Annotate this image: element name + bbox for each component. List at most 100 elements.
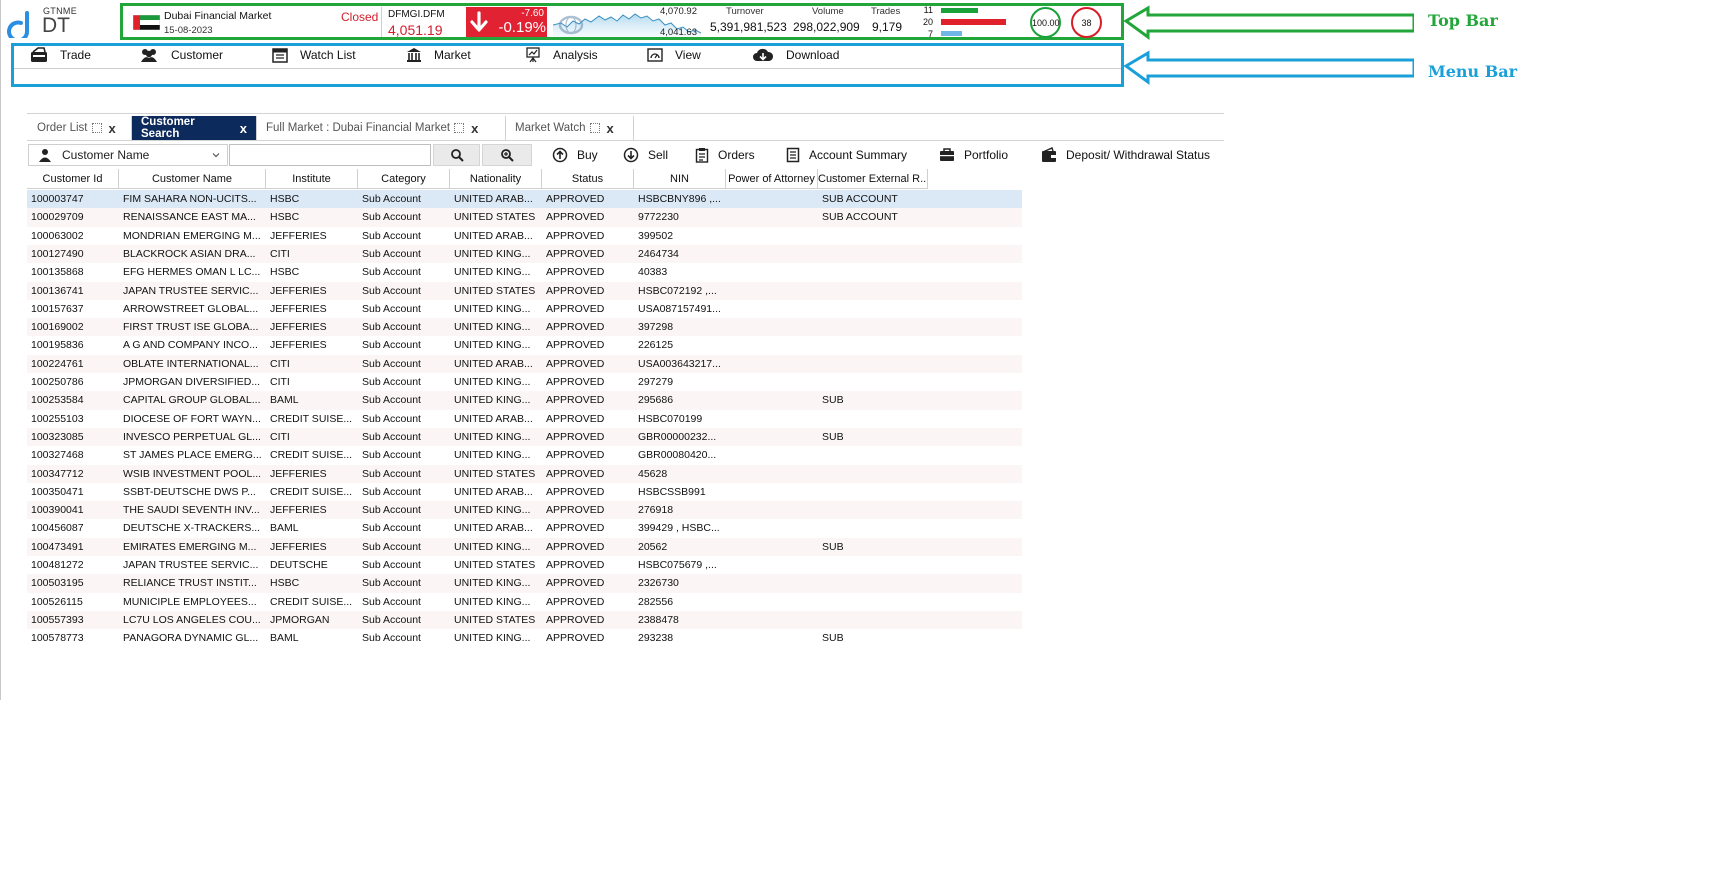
menu-view[interactable]: View <box>647 46 701 64</box>
portfolio-button[interactable]: Portfolio <box>939 145 1008 165</box>
table-row[interactable]: 100350471 SSBT-DEUTSCHE DWS P... CREDIT SU… <box>27 483 1022 501</box>
cell-institute: JEFFERIES <box>270 467 327 480</box>
column-header-nationality[interactable]: Nationality <box>450 169 542 189</box>
tab-customer-search[interactable]: Customer Search x <box>132 116 257 140</box>
cell-nin: 2326730 <box>638 577 679 590</box>
maximize-icon[interactable] <box>454 123 465 133</box>
deposit-withdrawal-status-button[interactable]: Deposit/ Withdrawal Status <box>1041 145 1210 165</box>
close-icon[interactable]: x <box>607 121 614 136</box>
cell-category: Sub Account <box>362 595 421 608</box>
table-row[interactable]: 100473491 EMIRATES EMERGING M... JEFFERIES… <box>27 537 1022 556</box>
maximize-icon[interactable] <box>589 123 600 133</box>
cell-status: APPROVED <box>546 193 605 205</box>
column-header-customer-name[interactable]: Customer Name <box>119 169 266 189</box>
cell-nin: USA087157491... <box>638 302 721 315</box>
cell-customer-external-ref: SUB ACCOUNT <box>822 211 898 224</box>
cell-category: Sub Account <box>362 632 421 645</box>
menu-customer[interactable]: Customer <box>139 46 223 64</box>
tab-order-list[interactable]: Order List x <box>28 116 132 140</box>
search-input[interactable] <box>229 144 431 166</box>
cell-status: APPROVED <box>546 595 605 608</box>
cell-nin: GBR00080420... <box>638 449 717 462</box>
cell-nin: HSBC072192 ,... <box>638 284 717 297</box>
table-row[interactable]: 100390041 THE SAUDI SEVENTH INV... JEFFERI… <box>27 501 1022 520</box>
sell-label: Sell <box>648 148 669 162</box>
account-summary-button[interactable]: Account Summary <box>786 145 907 165</box>
table-row[interactable]: 100327468 ST JAMES PLACE EMERG... CREDIT S… <box>27 446 1022 464</box>
cell-institute: BAML <box>270 522 299 535</box>
cell-customer-external-ref: SUB ACCOUNT <box>822 193 898 205</box>
cell-institute: HSBC <box>270 211 300 224</box>
index-symbol[interactable]: DFMGI.DFM <box>388 9 445 20</box>
menu-trade[interactable]: Trade <box>30 46 91 64</box>
close-icon[interactable]: x <box>240 121 247 136</box>
cell-status: APPROVED <box>546 229 605 242</box>
table-row[interactable]: 100003747 FIM SAHARA NON-UCITS... HSBC Sub … <box>27 190 1022 209</box>
advanced-search-button[interactable] <box>482 144 532 166</box>
table-row[interactable]: 100157637 ARROWSTREET GLOBAL... JEFFERIES S… <box>27 300 1022 318</box>
cell-customer-name: OBLATE INTERNATIONAL... <box>123 357 259 370</box>
table-row[interactable]: 100063002 MONDRIAN EMERGING M... JEFFERIES… <box>27 227 1022 245</box>
table-row[interactable]: 100481272 JAPAN TRUSTEE SERVIC... DEUTSCHE… <box>27 556 1022 574</box>
search-type-dropdown[interactable]: Customer Name <box>28 144 228 166</box>
search-icon <box>450 149 464 162</box>
cell-nin: 9772230 <box>638 211 679 224</box>
cell-nin: HSBC070199 <box>638 412 703 425</box>
column-header-nin[interactable]: NIN <box>634 169 726 189</box>
buy-button[interactable]: Buy <box>552 145 598 165</box>
menu-analysis[interactable]: Analysis <box>525 46 598 64</box>
cell-customer-name: PANAGORA DYNAMIC GL... <box>123 632 259 645</box>
cell-institute: JEFFERIES <box>270 339 327 352</box>
table-row[interactable]: 100250786 JPMORGAN DIVERSIFIED... CITI Sub … <box>27 373 1022 391</box>
table-row[interactable]: 100578773 PANAGORA DYNAMIC GL... BAML Sub A… <box>27 629 1022 647</box>
table-row[interactable]: 100169002 FIRST TRUST ISE GLOBA... JEFFERI… <box>27 318 1022 337</box>
close-icon[interactable]: x <box>471 121 478 136</box>
search-button[interactable] <box>433 144 480 166</box>
market-name[interactable]: Dubai Financial Market <box>164 10 271 22</box>
cell-nationality: UNITED KING... <box>454 339 531 352</box>
maximize-icon[interactable] <box>91 123 102 133</box>
table-row[interactable]: 100557393 LC7U LOS ANGELES COU... JPMORGAN… <box>27 610 1022 630</box>
table-row[interactable]: 100526115 MUNICIPLE EMPLOYEES... CREDIT SU… <box>27 593 1022 611</box>
table-row[interactable]: 100253584 CAPITAL GROUP GLOBAL... BAML Sub … <box>27 391 1022 410</box>
red-indicator-ring[interactable]: 38 <box>1071 7 1102 38</box>
column-header-power-of-attorney[interactable]: Power of Attorney <box>726 169 818 189</box>
cell-customer-name: A G AND COMPANY INCO... <box>123 339 258 352</box>
cell-nationality: UNITED ARAB... <box>454 522 533 535</box>
close-icon[interactable]: x <box>109 121 116 136</box>
cell-nationality: UNITED KING... <box>454 266 531 279</box>
cell-power-of-attorney <box>726 519 818 537</box>
table-row[interactable]: 100503195 RELIANCE TRUST INSTIT... HSBC Sub… <box>27 574 1022 593</box>
table-row[interactable]: 100347712 WSIB INVESTMENT POOL... JEFFERIE… <box>27 464 1022 483</box>
green-indicator-ring[interactable]: 100.00 <box>1030 7 1061 38</box>
tab-market-watch[interactable]: Market Watch x <box>506 116 634 140</box>
cell-customer-id: 100347712 <box>31 467 84 480</box>
column-header-status[interactable]: Status <box>542 169 634 189</box>
tabs-bottom-border <box>27 140 1224 141</box>
column-header-customer-id[interactable]: Customer Id <box>27 169 119 189</box>
menu-watch-list[interactable]: Watch List <box>272 46 356 64</box>
table-row[interactable]: 100127490 BLACKROCK ASIAN DRA... CITI Sub A… <box>27 244 1022 264</box>
cell-nin: 226125 <box>638 339 674 352</box>
column-header-institute[interactable]: Institute <box>266 169 358 189</box>
table-row[interactable]: 100135868 EFG HERMES OMAN L LC... HSBC Sub … <box>27 263 1022 281</box>
table-row[interactable]: 100456087 DEUTSCHE X-TRACKERS... BAML Sub A… <box>27 519 1022 537</box>
column-header-category[interactable]: Category <box>358 169 450 189</box>
menu-market[interactable]: Market <box>406 46 471 64</box>
search-type-value: Customer Name <box>62 148 150 162</box>
column-header-customer-external-ref[interactable]: Customer External R... <box>818 169 928 189</box>
table-row[interactable]: 100029709 RENAISSANCE EAST MA... HSBC Sub A… <box>27 208 1022 227</box>
index-high: 4,070.92 <box>660 6 697 17</box>
sell-button[interactable]: Sell <box>623 145 668 165</box>
tab-full-market[interactable]: Full Market : Dubai Financial Market x <box>257 116 506 140</box>
cell-power-of-attorney <box>726 245 818 263</box>
table-row[interactable]: 100136741 JAPAN TRUSTEE SERVIC... JEFFERIE… <box>27 281 1022 300</box>
menu-download[interactable]: Download <box>752 46 839 64</box>
wallet-icon <box>1042 147 1056 162</box>
table-row[interactable]: 100323085 INVESCO PERPETUAL GL... CITI Sub … <box>27 427 1022 447</box>
table-row[interactable]: 100224761 OBLATE INTERNATIONAL... CITI Sub … <box>27 354 1022 373</box>
table-row[interactable]: 100255103 DIOCESE OF FORT WAYN... CREDIT S… <box>27 410 1022 428</box>
orders-button[interactable]: Orders <box>695 145 755 165</box>
breadth-up-bar <box>941 8 978 13</box>
table-row[interactable]: 100195836 A G AND COMPANY INCO... JEFFERIE… <box>27 336 1022 354</box>
